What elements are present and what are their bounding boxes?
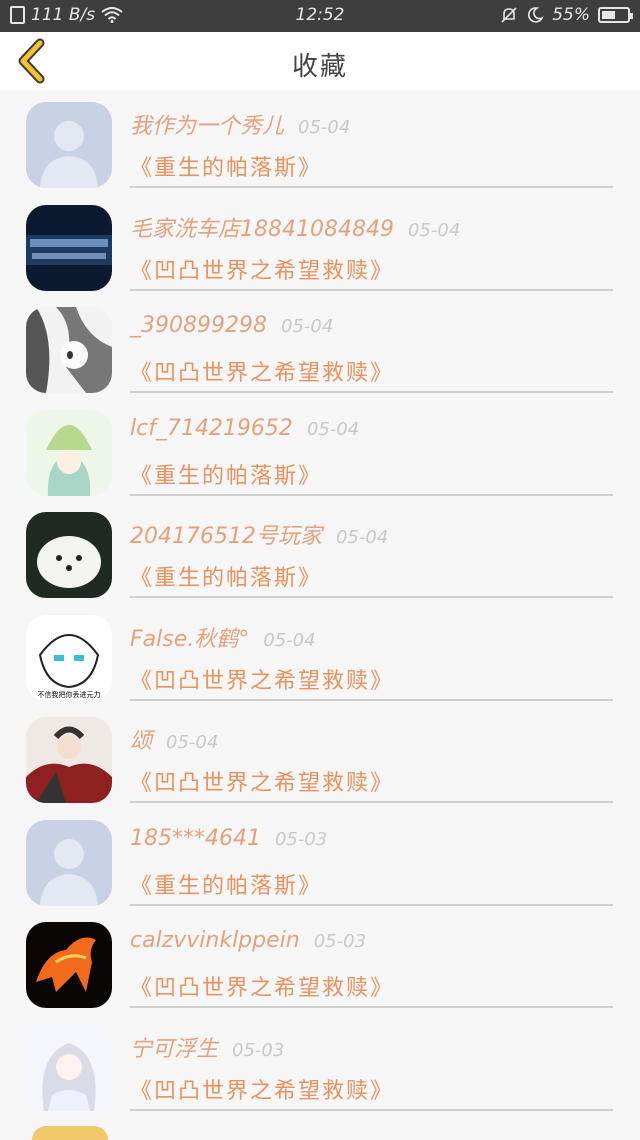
car-wash-image	[26, 204, 112, 291]
page-title: 收藏	[291, 52, 348, 82]
date-label: 05-04	[166, 732, 219, 753]
divider	[130, 903, 613, 906]
divider	[130, 186, 613, 188]
default-image	[26, 102, 112, 188]
default-avatar[interactable]	[26, 819, 112, 906]
battery-percent: 55%	[552, 5, 590, 25]
book-title-link[interactable]: 《凹凸世界之希望救赎》	[130, 355, 394, 387]
list-item[interactable]: 204176512号玩家 05-04 《重生的帕落斯》	[0, 500, 640, 602]
divider	[130, 493, 613, 496]
book-title-link[interactable]: 《凹凸世界之希望救赎》	[130, 253, 394, 285]
divider	[130, 391, 613, 393]
battery-fill	[602, 11, 615, 19]
status-bar: 111 B/s 12:52 55%	[0, 0, 640, 32]
fire-horse-avatar[interactable]	[26, 922, 112, 1008]
user-line: calzvvinklppein 05-03	[130, 928, 366, 953]
white-dog-avatar[interactable]	[26, 512, 112, 598]
list-item[interactable]: _390899298 05-04 《凹凸世界之希望救赎》	[0, 295, 640, 397]
moon-icon	[528, 7, 544, 23]
date-label: 05-04	[306, 418, 360, 440]
list-item[interactable]: calzvvinklppein 05-03 《凹凸世界之希望救赎》	[0, 910, 640, 1012]
username[interactable]: 我作为一个秀儿	[130, 114, 284, 139]
username[interactable]: 185***4641	[130, 826, 261, 851]
book-title-link[interactable]: 《凹凸世界之希望救赎》	[130, 663, 394, 695]
book-title-link[interactable]: 《凹凸世界之希望救赎》	[130, 765, 394, 797]
user-line: _390899298 05-04	[130, 313, 333, 338]
date-label: 05-04	[280, 316, 334, 337]
user-line: 185***4641 05-03	[130, 826, 327, 851]
date-label: 05-04	[298, 117, 351, 138]
list-item[interactable]: 我作为一个秀儿 05-04 《重生的帕落斯》	[0, 90, 640, 192]
username[interactable]: lcf_714219652	[130, 416, 293, 441]
fire-horse-image	[26, 922, 112, 1008]
book-title-link[interactable]: 《重生的帕落斯》	[130, 868, 322, 900]
status-right: 55%	[500, 5, 633, 25]
user-line: lcf_714219652 05-04	[130, 416, 359, 441]
battery-icon	[598, 7, 633, 23]
divider	[130, 596, 613, 598]
user-line: 颂 05-04	[130, 723, 218, 755]
anime-girl-avatar[interactable]	[26, 307, 112, 393]
list-item[interactable]: 不信我把你丢进元力 False.秋鹤° 05-04 《凹凸世界之希望救赎》	[0, 603, 640, 705]
username[interactable]: 204176512号玩家	[130, 524, 322, 549]
white-dog-image	[26, 512, 112, 598]
book-title-link[interactable]: 《凹凸世界之希望救赎》	[130, 970, 394, 1002]
battery-cap	[630, 13, 633, 19]
default-image	[26, 819, 112, 906]
list-item[interactable]: 宁可浮生 05-03 《凹凸世界之希望救赎》	[0, 1013, 640, 1115]
sketch-image: 不信我把你丢进元力	[26, 614, 112, 701]
user-line: 我作为一个秀儿 05-04	[130, 108, 350, 140]
bell-muted-icon	[501, 7, 517, 23]
username[interactable]: 宁可浮生	[130, 1037, 218, 1062]
username[interactable]: 颂	[130, 729, 152, 754]
default-avatar[interactable]	[26, 102, 112, 188]
user-line: 毛家洗车店18841084849 05-04	[130, 211, 460, 243]
date-label: 05-04	[263, 629, 316, 651]
leaf-girl-image	[26, 409, 112, 496]
divider	[130, 1108, 613, 1111]
white-hair-image	[26, 1024, 112, 1111]
car-wash-avatar[interactable]	[26, 204, 112, 291]
anime-girl-image	[26, 307, 112, 393]
book-title-link[interactable]: 《重生的帕落斯》	[130, 458, 322, 490]
book-title-link[interactable]: 《重生的帕落斯》	[130, 150, 322, 182]
divider	[130, 698, 613, 701]
book-title-link[interactable]: 《凹凸世界之希望救赎》	[130, 1073, 394, 1105]
date-label: 05-04	[407, 219, 461, 241]
white-hair-avatar[interactable]	[26, 1024, 112, 1111]
sketch-avatar[interactable]: 不信我把你丢进元力	[26, 614, 112, 701]
warrior-image	[26, 717, 112, 803]
date-label: 05-03	[313, 931, 367, 952]
date-label: 05-03	[232, 1039, 285, 1061]
book-title-link[interactable]: 《重生的帕落斯》	[130, 560, 322, 592]
divider	[130, 288, 613, 291]
username[interactable]: False.秋鹤°	[130, 627, 249, 652]
list-item[interactable]: lcf_714219652 05-04 《重生的帕落斯》	[0, 398, 640, 500]
user-line: False.秋鹤° 05-04	[130, 621, 316, 653]
username[interactable]: calzvvinklppein	[130, 928, 300, 953]
divider	[130, 801, 613, 803]
date-label: 05-04	[335, 527, 389, 548]
list-item[interactable]: 毛家洗车店18841084849 05-04 《凹凸世界之希望救赎》	[0, 193, 640, 295]
user-line: 204176512号玩家 05-04	[130, 518, 388, 550]
svg-text:不信我把你丢进元力: 不信我把你丢进元力	[38, 690, 101, 699]
username[interactable]: _390899298	[130, 313, 267, 338]
divider	[130, 1006, 613, 1008]
warrior-avatar[interactable]	[26, 717, 112, 803]
list-item[interactable]: 颂 05-04 《凹凸世界之希望救赎》	[0, 705, 640, 807]
header: 收藏	[0, 32, 640, 90]
leaf-girl-avatar[interactable]	[26, 409, 112, 496]
list-item[interactable]: 185***4641 05-03 《重生的帕落斯》	[0, 808, 640, 910]
username[interactable]: 毛家洗车店18841084849	[130, 217, 394, 242]
user-line: 宁可浮生 05-03	[130, 1031, 284, 1063]
date-label: 05-03	[274, 828, 328, 850]
